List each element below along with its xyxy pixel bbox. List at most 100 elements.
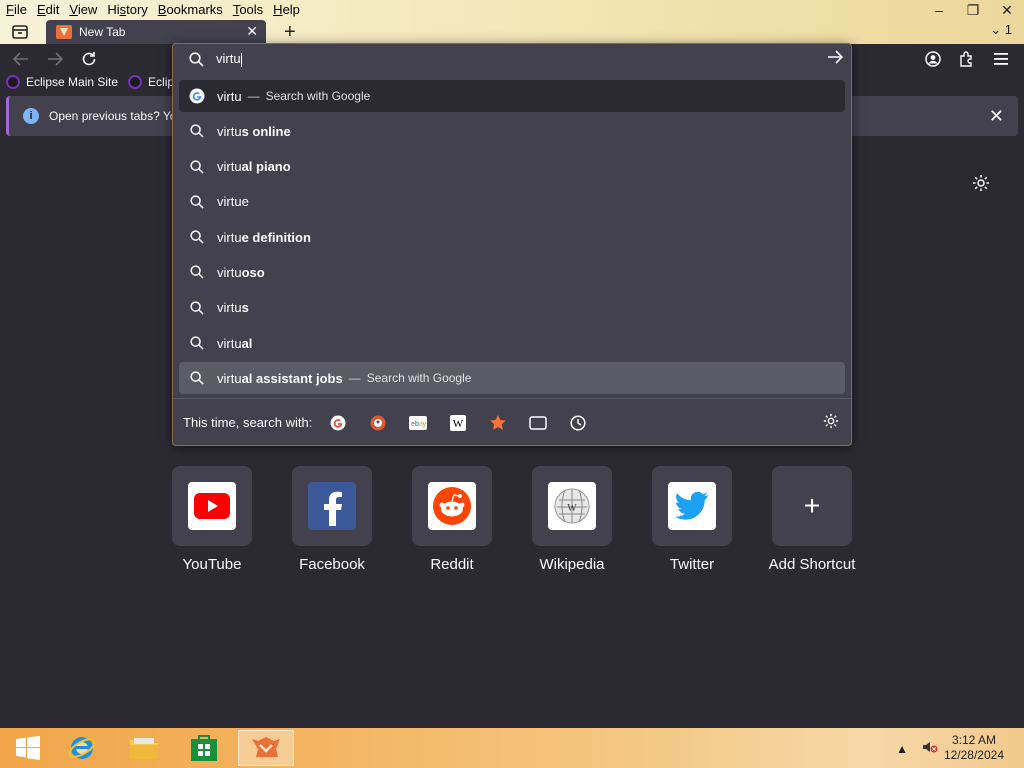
suggestion-row[interactable]: virtual bbox=[179, 327, 845, 359]
facebook-icon bbox=[308, 482, 356, 530]
urlbar-input[interactable]: virtu bbox=[173, 44, 851, 74]
ebay-engine-icon[interactable]: ebay bbox=[406, 411, 430, 435]
suggestion-row[interactable]: virtus online bbox=[179, 115, 845, 147]
wikipedia-icon: W bbox=[548, 482, 596, 530]
suggestion-list: virtu — Search with Google virtus online… bbox=[179, 80, 845, 398]
suggestion-row[interactable]: virtuoso bbox=[179, 256, 845, 288]
store-taskbar-icon[interactable] bbox=[176, 730, 232, 766]
search-icon bbox=[189, 123, 205, 139]
new-tab-button[interactable]: + bbox=[284, 20, 296, 44]
back-arrow-icon bbox=[13, 52, 28, 66]
suggestion-row[interactable]: virtue bbox=[179, 186, 845, 218]
menu-tools[interactable]: Tools bbox=[227, 0, 267, 20]
minimize-button[interactable]: – bbox=[922, 0, 956, 20]
file-explorer-taskbar-icon[interactable] bbox=[116, 730, 172, 766]
taskbar: ▲ 3:12 AM 12/28/2024 bbox=[0, 728, 1024, 768]
urlbar-value[interactable]: virtu bbox=[216, 51, 242, 67]
forward-button[interactable] bbox=[44, 48, 66, 70]
reload-icon bbox=[82, 52, 96, 66]
search-icon bbox=[189, 194, 205, 210]
search-icon bbox=[189, 51, 204, 67]
duckduckgo-engine-icon[interactable] bbox=[366, 411, 390, 435]
reload-button[interactable] bbox=[78, 48, 100, 70]
browser-taskbar-icon[interactable] bbox=[238, 730, 294, 766]
svg-text:W: W bbox=[453, 418, 464, 430]
shortcut-facebook[interactable]: Facebook bbox=[292, 466, 372, 573]
info-icon: i bbox=[23, 108, 39, 124]
suggestion-text: virtuoso bbox=[217, 264, 265, 280]
shortcut-wikipedia[interactable]: W Wikipedia bbox=[532, 466, 612, 573]
menu-history[interactable]: History bbox=[101, 0, 151, 20]
shortcut-add[interactable]: + Add Shortcut bbox=[769, 466, 855, 573]
shortcut-label: YouTube bbox=[182, 556, 242, 573]
notification-close-icon[interactable]: ✕ bbox=[989, 106, 1004, 127]
windows-logo-icon bbox=[16, 736, 40, 760]
menu-view[interactable]: View bbox=[63, 0, 101, 20]
volume-muted-icon[interactable] bbox=[922, 740, 938, 757]
search-icon bbox=[189, 264, 205, 280]
urlbar-popup: virtu virtu — Search with Google virtus … bbox=[172, 43, 852, 446]
search-settings-gear-icon[interactable] bbox=[823, 413, 839, 432]
suggestion-row[interactable]: virtue definition bbox=[179, 221, 845, 253]
shortcut-youtube[interactable]: YouTube bbox=[172, 466, 252, 573]
separator-dash: — bbox=[247, 89, 260, 103]
urlbar-typed-text: virtu bbox=[216, 51, 241, 67]
chevron-down-icon: ⌄ bbox=[990, 22, 1002, 37]
clock-date: 12/28/2024 bbox=[943, 748, 1004, 762]
tab-close-icon[interactable]: ✕ bbox=[246, 23, 258, 40]
tab-title: New Tab bbox=[79, 25, 126, 39]
suggestion-row-selected[interactable]: virtual assistant jobs — Search with Goo… bbox=[179, 362, 845, 395]
shortcut-tile bbox=[412, 466, 492, 546]
page-settings-gear-icon[interactable] bbox=[972, 174, 994, 196]
search-icon bbox=[189, 159, 205, 175]
account-button[interactable] bbox=[922, 48, 944, 70]
show-hidden-icons-icon[interactable]: ▲ bbox=[896, 742, 908, 756]
svg-text:y: y bbox=[423, 421, 427, 428]
menu-bookmarks[interactable]: Bookmarks bbox=[152, 0, 227, 20]
shortcut-twitter[interactable]: Twitter bbox=[652, 466, 732, 573]
shortcut-reddit[interactable]: Reddit bbox=[412, 466, 492, 573]
internet-explorer-taskbar-icon[interactable] bbox=[54, 730, 110, 766]
bookmark-label: Eclipse Main Site bbox=[26, 75, 119, 89]
notification-text: Open previous tabs? You bbox=[49, 109, 184, 123]
clock-time: 3:12 AM bbox=[951, 733, 996, 747]
taskbar-clock[interactable]: 3:12 AM 12/28/2024 bbox=[944, 733, 1004, 763]
suggestion-text: virtual bbox=[217, 335, 253, 351]
separator-dash: — bbox=[348, 371, 361, 386]
tabs-icon[interactable] bbox=[526, 411, 550, 435]
tab-list-icon[interactable] bbox=[10, 22, 30, 42]
one-off-label: This time, search with: bbox=[183, 415, 313, 430]
tab-new-tab[interactable]: New Tab ✕ bbox=[46, 20, 266, 44]
tab-count[interactable]: ⌄ 1 bbox=[990, 22, 1012, 38]
bookmark-item[interactable]: Eclipse Main Site bbox=[6, 75, 118, 89]
suggestion-text: virtu bbox=[217, 88, 242, 104]
menu-file[interactable]: File bbox=[0, 0, 31, 20]
svg-text:W: W bbox=[567, 503, 577, 514]
menu-edit[interactable]: Edit bbox=[31, 0, 63, 20]
history-clock-icon[interactable] bbox=[566, 411, 590, 435]
suggestion-text: virtus bbox=[217, 300, 249, 316]
puzzle-icon bbox=[960, 51, 972, 67]
google-engine-icon[interactable] bbox=[326, 411, 350, 435]
shortcut-label: Wikipedia bbox=[539, 556, 605, 573]
go-arrow-icon[interactable] bbox=[827, 50, 844, 67]
suggestion-text: virtual assistant jobs bbox=[217, 370, 343, 386]
app-menu-button[interactable] bbox=[990, 48, 1012, 70]
suggestion-row[interactable]: virtus bbox=[179, 292, 845, 324]
menu-help[interactable]: Help bbox=[267, 0, 304, 20]
wikipedia-engine-icon[interactable]: W bbox=[446, 411, 470, 435]
one-off-search-bar: This time, search with: ebay W bbox=[173, 398, 851, 446]
shortcut-tile bbox=[652, 466, 732, 546]
start-button[interactable] bbox=[0, 730, 56, 766]
close-window-button[interactable]: ✕ bbox=[990, 0, 1024, 20]
hamburger-icon bbox=[994, 53, 1008, 65]
suggestion-row[interactable]: virtu — Search with Google bbox=[179, 80, 845, 112]
suggestion-text: virtus online bbox=[217, 123, 291, 139]
bookmarks-star-icon[interactable] bbox=[486, 411, 510, 435]
extensions-button[interactable] bbox=[956, 48, 978, 70]
back-button[interactable] bbox=[10, 48, 32, 70]
suggestion-row[interactable]: virtual piano bbox=[179, 151, 845, 183]
firefox-favicon-icon bbox=[56, 25, 72, 39]
restore-button[interactable]: ❐ bbox=[956, 0, 990, 20]
top-sites: YouTube Facebook Reddit W Wikipedia Twit… bbox=[172, 466, 872, 586]
